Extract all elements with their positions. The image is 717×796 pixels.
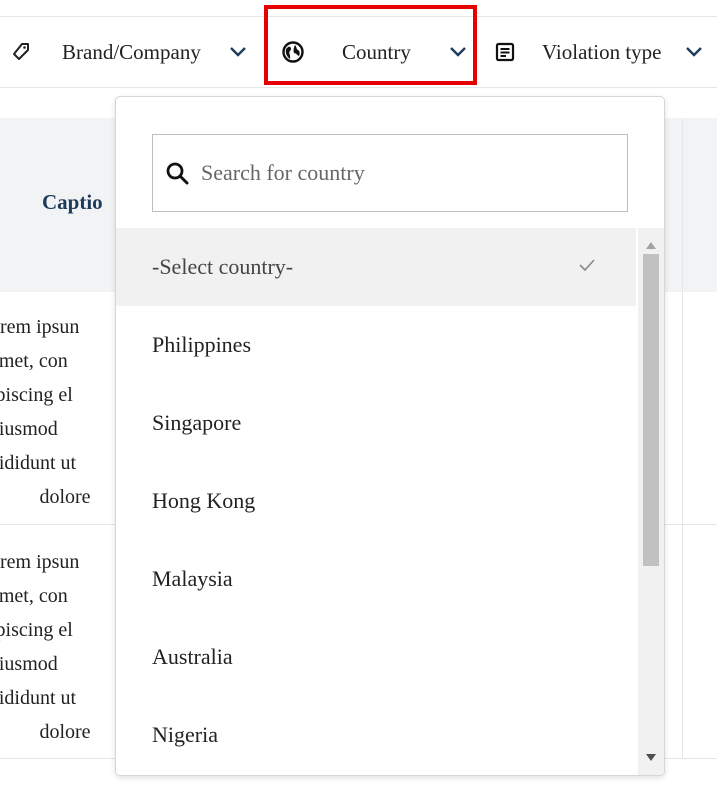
caption-line: orem ipsun [0,316,80,338]
caption-line: amet, con [0,585,68,607]
tag-icon [10,42,32,62]
chevron-down-icon [685,46,703,58]
country-option-singapore[interactable]: Singapore [116,384,636,462]
caption-line: cididunt ut [0,687,77,709]
caption-line: dolore [39,486,91,508]
dropdown-scrollbar[interactable] [638,228,664,775]
country-option-malaysia[interactable]: Malaysia [116,540,636,618]
country-dropdown: -Select country- Philippines Singapore H… [115,96,665,776]
scrollbar-thumb[interactable] [643,254,659,566]
option-label: Nigeria [152,722,218,747]
caption-line: dolore [39,721,91,743]
search-icon [165,161,189,185]
option-label: Philippines [152,332,252,357]
country-option-australia[interactable]: Australia [116,618,636,696]
country-label: Country [342,39,411,64]
chevron-down-icon [449,46,467,58]
option-label: Singapore [152,410,242,435]
country-options-list: -Select country- Philippines Singapore H… [116,228,636,774]
caption-line: orem ipsun [0,551,80,573]
brand-company-filter[interactable]: Brand/Company [10,17,262,87]
check-icon [578,252,596,278]
caption-line: cididunt ut [0,452,77,474]
country-option-select[interactable]: -Select country- [116,228,636,306]
filter-bar: Brand/Company Country Violation type [0,16,717,88]
globe-icon [282,41,304,63]
caption-line: amet, con [0,350,68,372]
document-icon [494,42,516,62]
option-label: Hong Kong [152,488,256,513]
country-filter[interactable]: Country [266,17,480,87]
scroll-up-arrow-icon[interactable] [646,236,656,254]
option-label: -Select country- [152,254,294,279]
country-search-input[interactable] [199,159,603,187]
option-label: Australia [152,644,233,669]
table-row-caption: orem ipsun amet, con ipiscing el eiusmod… [0,310,120,514]
chevron-down-icon [229,46,247,58]
column-divider [682,118,683,758]
caption-line: ipiscing el [0,384,73,406]
country-option-hong-kong[interactable]: Hong Kong [116,462,636,540]
caption-line: eiusmod [0,418,58,440]
scroll-down-arrow-icon[interactable] [646,748,656,766]
caption-column-header: Captio [42,190,103,214]
caption-line: ipiscing el [0,619,73,641]
country-option-philippines[interactable]: Philippines [116,306,636,384]
country-option-nigeria[interactable]: Nigeria [116,696,636,774]
violation-type-label: Violation type [542,39,662,64]
table-row-caption: orem ipsun amet, con ipiscing el eiusmod… [0,545,120,749]
country-search-box [152,134,628,212]
caption-line: eiusmod [0,653,58,675]
brand-company-label: Brand/Company [62,39,201,64]
violation-type-filter[interactable]: Violation type [494,17,717,87]
option-label: Malaysia [152,566,233,591]
